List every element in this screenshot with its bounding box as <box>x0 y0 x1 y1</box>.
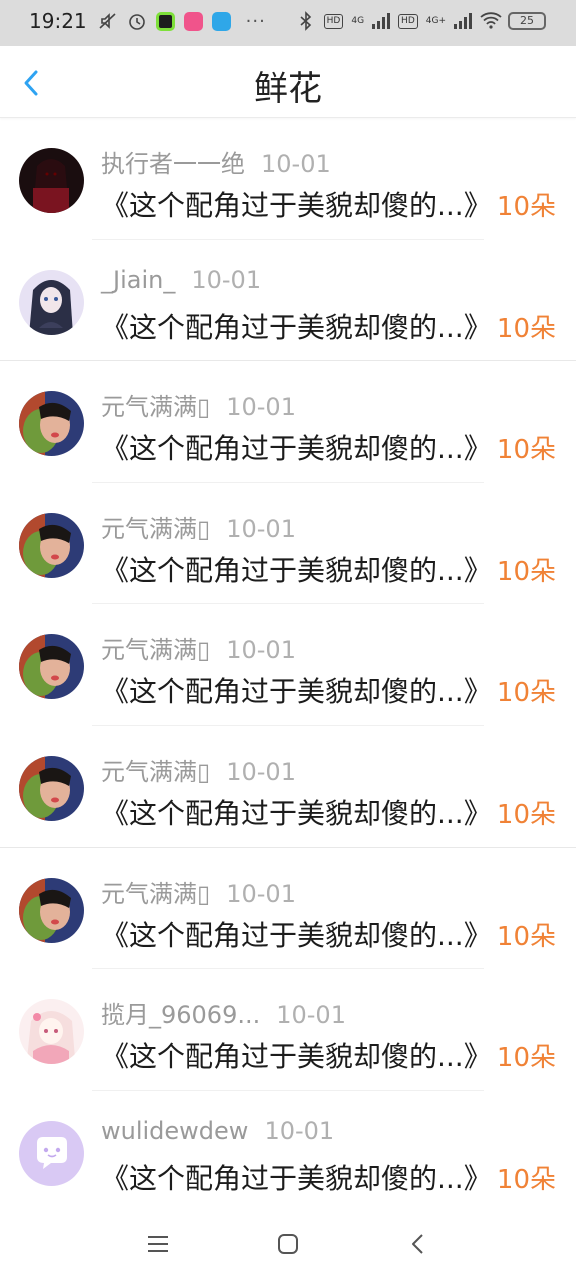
list-item[interactable]: wulidewdew 10-01 《这个配角过于美貌却傻的...》 10朵 <box>0 1091 576 1213</box>
navbar: 鲜花 <box>0 46 576 118</box>
mute-icon <box>98 11 118 31</box>
list-item[interactable]: 元气满满▯ 10-01 《这个配角过于美貌却傻的...》 10朵 <box>0 483 576 605</box>
sent-date: 10-01 <box>226 879 296 908</box>
sender-info: wulidewdew 10-01 <box>101 1117 334 1145</box>
book-title: 《这个配角过于美貌却傻的...》 <box>101 189 492 222</box>
sender-name: 元气满满▯ <box>101 757 211 786</box>
selfie-avatar[interactable] <box>19 512 84 578</box>
bluetooth-icon <box>296 11 316 31</box>
list-item[interactable]: 元气满满▯ 10-01 《这个配角过于美貌却傻的...》 10朵 <box>0 726 576 848</box>
back-icon <box>412 1234 423 1254</box>
page-title: 鲜花 <box>254 69 322 109</box>
sender-info: 揽月_96069... 10-01 <box>101 995 346 1030</box>
wifi-icon <box>480 11 502 31</box>
selfie-avatar[interactable] <box>19 877 84 943</box>
book-title: 《这个配角过于美貌却傻的...》 <box>101 310 492 344</box>
system-navigation-bar <box>0 1208 576 1280</box>
book-title: 《这个配角过于美貌却傻的...》 <box>101 918 492 952</box>
flower-count: 10朵 <box>496 556 556 587</box>
status-time: 19:21 <box>29 9 87 33</box>
list-item[interactable]: _Jiain_ 10-01 《这个配角过于美貌却傻的...》 10朵 <box>0 240 576 362</box>
selfie-avatar[interactable] <box>19 755 84 821</box>
flower-count: 10朵 <box>496 1043 556 1074</box>
selfie-avatar[interactable] <box>19 391 84 457</box>
sender-info: _Jiain_ 10-01 <box>101 266 261 294</box>
sent-date: 10-01 <box>226 636 296 665</box>
pink-anime-avatar[interactable] <box>19 999 84 1065</box>
sender-name: 元气满满▯ <box>101 393 211 422</box>
list-item[interactable]: 元气满满▯ 10-01 《这个配角过于美貌却傻的...》 10朵 <box>0 604 576 726</box>
app-notification-icon <box>183 11 203 31</box>
sender-info: 元气满满▯ 10-01 <box>101 874 296 909</box>
hd-icon: HD <box>398 13 418 29</box>
hd-icon: HD <box>323 13 344 29</box>
book-title: 《这个配角过于美貌却傻的...》 <box>101 1040 492 1074</box>
sender-name: 元气满满▯ <box>101 879 211 908</box>
book-title: 《这个配角过于美貌却傻的...》 <box>101 432 492 466</box>
sender-name: 元气满满▯ <box>101 636 211 665</box>
gothic-girl-avatar[interactable] <box>19 148 84 213</box>
default-chat-avatar[interactable] <box>19 1120 84 1186</box>
sender-name: 揽月_96069... <box>101 1001 261 1030</box>
network-type-2: 4G+ <box>425 16 446 26</box>
alarm-icon <box>127 11 147 31</box>
sender-info: 执行者一一绝 10-01 <box>101 144 331 179</box>
sent-date: 10-01 <box>264 1116 335 1145</box>
flower-count: 10朵 <box>496 799 556 830</box>
home-icon <box>278 1234 298 1254</box>
sent-date: 10-01 <box>226 393 296 422</box>
flower-count: 10朵 <box>496 192 556 222</box>
flower-count: 10朵 <box>496 1164 556 1195</box>
book-title: 《这个配角过于美貌却傻的...》 <box>101 1161 492 1195</box>
signal-icon <box>454 13 472 29</box>
sender-info: 元气满满▯ 10-01 <box>101 752 296 787</box>
sent-date: 10-01 <box>226 757 296 786</box>
flower-count: 10朵 <box>496 435 556 466</box>
sender-info: 元气满满▯ 10-01 <box>101 387 296 422</box>
status-bar: 19:21 ··· HD 4G HD 4G+ 25 <box>0 0 576 46</box>
sender-name: wulidewdew <box>101 1116 249 1145</box>
flower-count: 10朵 <box>496 678 556 709</box>
sender-name: 元气满满▯ <box>101 514 211 543</box>
sender-name: 执行者一一绝 <box>101 150 245 178</box>
sent-date: 10-01 <box>261 150 331 178</box>
back-nav-button[interactable] <box>404 1230 432 1258</box>
battery-icon: 25 <box>508 12 546 30</box>
menu-icon <box>148 1236 168 1252</box>
sender-info: 元气满满▯ 10-01 <box>101 509 296 544</box>
sender-name: _Jiain_ <box>101 265 176 294</box>
sent-date: 10-01 <box>226 514 296 543</box>
app-notification-icon <box>155 11 175 31</box>
selfie-avatar[interactable] <box>19 634 84 700</box>
book-title: 《这个配角过于美貌却傻的...》 <box>101 675 492 709</box>
flower-count: 10朵 <box>496 313 556 344</box>
anime-girl-avatar[interactable] <box>19 269 84 335</box>
menu-button[interactable] <box>144 1230 172 1258</box>
home-button[interactable] <box>274 1230 302 1258</box>
sent-date: 10-01 <box>191 265 262 294</box>
list-item[interactable]: 揽月_96069... 10-01 《这个配角过于美貌却傻的...》 10朵 <box>0 969 576 1091</box>
more-notifications-icon: ··· <box>245 10 266 32</box>
list-item[interactable]: 元气满满▯ 10-01 《这个配角过于美貌却傻的...》 10朵 <box>0 848 576 970</box>
sender-info: 元气满满▯ 10-01 <box>101 630 296 665</box>
network-type-1: 4G <box>351 16 365 26</box>
book-title: 《这个配角过于美貌却傻的...》 <box>101 553 492 587</box>
app-notification-icon <box>211 11 231 31</box>
book-title: 《这个配角过于美貌却傻的...》 <box>101 796 492 830</box>
sent-date: 10-01 <box>276 1001 346 1030</box>
flower-count: 10朵 <box>496 921 556 952</box>
list-item[interactable]: 执行者一一绝 10-01 《这个配角过于美貌却傻的...》 10朵 <box>0 118 576 240</box>
flower-list: 执行者一一绝 10-01 《这个配角过于美貌却傻的...》 10朵 _Jiain_… <box>0 118 576 1212</box>
list-item[interactable]: 元气满满▯ 10-01 《这个配角过于美貌却傻的...》 10朵 <box>0 361 576 483</box>
signal-icon <box>372 13 391 29</box>
